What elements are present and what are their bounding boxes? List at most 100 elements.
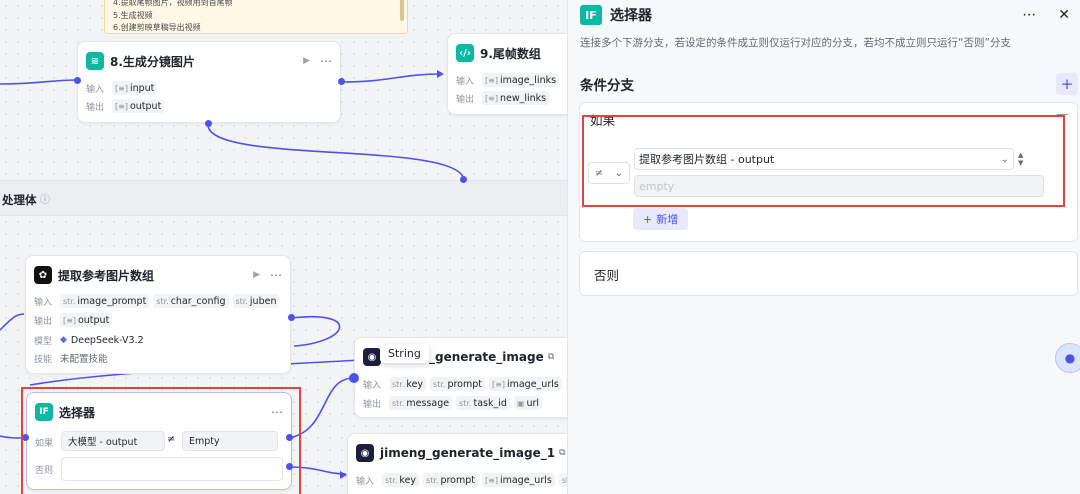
stepper-icon[interactable]: ▲ ▼ — [1018, 148, 1028, 170]
more-icon[interactable]: ⋯ — [271, 405, 283, 419]
loop-group-bar[interactable] — [0, 180, 567, 216]
loop-port[interactable] — [205, 120, 212, 127]
else-slot[interactable] — [61, 457, 283, 481]
variable-select[interactable]: 提取参考图片数组 - output ⌄ — [634, 148, 1014, 170]
if-icon: IF — [580, 5, 602, 25]
note-scrollbar[interactable] — [400, 0, 404, 21]
value-input[interactable]: empty — [634, 175, 1044, 197]
param-tag: [≡] image_links — [482, 73, 560, 87]
run-icon[interactable]: ▶ — [253, 270, 260, 280]
node-tail-frames[interactable]: ‹/› 9.尾帧数组 输入 [≡] image_links 输出 [≡] new_l… — [447, 33, 567, 115]
input-label: 输入 — [34, 297, 53, 308]
chevron-down-icon: ⌄ — [614, 167, 624, 179]
plugin-icon: ◉ — [363, 348, 381, 366]
not-equal-icon: ≠ — [167, 434, 176, 445]
input-port[interactable] — [74, 77, 81, 84]
node-title: 选择器 — [59, 405, 96, 420]
run-icon[interactable]: ▶ — [303, 56, 310, 66]
group-port[interactable] — [460, 176, 467, 183]
param-tag: str. prompt — [430, 377, 486, 391]
condition-right[interactable]: Empty — [182, 431, 278, 451]
note-line: 6.创建剪映草稿导出视频 — [113, 23, 201, 32]
node-title: 9.尾帧数组 — [480, 46, 541, 61]
note-line: 4.提取尾帧图片，视频用到首尾帧 — [113, 0, 233, 7]
input-label: 输入 — [456, 76, 475, 87]
param-tag: str. key — [389, 377, 427, 391]
plus-icon: + — [643, 212, 653, 226]
param-tag: ▣ url — [513, 396, 543, 410]
group-title: 处理体 — [2, 193, 37, 207]
output-label: 输出 — [456, 94, 475, 105]
else-label: 否则 — [594, 268, 620, 283]
param-tag: [≡] output — [60, 313, 113, 327]
param-tag: str. message — [389, 396, 453, 410]
param-tag: str. task_id — [456, 396, 510, 410]
assistant-float-button[interactable]: ● — [1055, 343, 1080, 373]
type-tooltip: String — [380, 344, 429, 363]
layers-icon: ≋ — [86, 52, 104, 70]
output-port[interactable] — [338, 78, 345, 85]
info-icon[interactable]: ⓘ — [40, 191, 50, 206]
node-extract-reference-images[interactable]: ✿ 提取参考图片数组 ▶ ⋯ 输入 str. image_prompt str. c… — [25, 255, 291, 374]
sticky-note[interactable]: 4.提取尾帧图片，视频用到首尾帧 5.生成视频 6.创建剪映草稿导出视频 — [104, 0, 408, 34]
node-generate-storyboard[interactable]: ≋ 8.生成分镜图片 ▶ ⋯ 输入 [≡] input 输出 [≡] output — [77, 41, 341, 123]
node-generate-image-1[interactable]: ◉ jimeng_generate_image_1 ⧉ 输入 str. key s… — [347, 433, 567, 494]
condition-left[interactable]: 大模型 - output — [61, 431, 165, 451]
model-label: 模型 — [34, 336, 53, 347]
param-tag: str. key — [382, 473, 420, 487]
if-label: 如果 — [35, 439, 54, 449]
not-equal-icon: ≠ — [594, 167, 604, 179]
output-label: 输出 — [86, 102, 105, 113]
workflow-canvas[interactable]: 4.提取尾帧图片，视频用到首尾帧 5.生成视频 6.创建剪映草稿导出视频 处理体… — [0, 0, 567, 494]
selector-config-panel: IF 选择器 ⋯ ✕ 连接多个下游分支，若设定的条件成立则仅运行对应的分支，若均… — [567, 0, 1080, 494]
else-output-port[interactable] — [286, 463, 293, 470]
code-icon: ‹/› — [456, 44, 474, 62]
input-port[interactable] — [349, 373, 359, 383]
link-icon: ⧉ — [547, 352, 555, 362]
llm-icon: ✿ — [34, 266, 52, 284]
panel-description: 连接多个下游分支，若设定的条件成立则仅运行对应的分支，若均不成立则只运行“否则”… — [580, 37, 1011, 49]
param-tag: str.mo — [558, 473, 567, 487]
close-icon[interactable]: ✕ — [1058, 7, 1070, 23]
skill-label: 技能 — [34, 354, 53, 365]
node-selector[interactable]: IF 选择器 ⋯ 如果 大模型 - output ≠ Empty 否则 — [26, 392, 292, 490]
link-icon: ⧉ — [559, 448, 566, 458]
node-title: 提取参考图片数组 — [58, 268, 155, 283]
more-icon[interactable]: ⋯ — [270, 268, 282, 282]
more-icon[interactable]: ⋯ — [1022, 7, 1036, 23]
operator-select[interactable]: ≠ ⌄ — [588, 162, 630, 184]
more-icon[interactable]: ⋯ — [320, 54, 332, 68]
input-label: 输入 — [363, 380, 382, 391]
if-label: 如果 — [590, 113, 616, 128]
param-tag: str. image_prompt — [60, 294, 150, 308]
node-title: _generate_image — [429, 350, 544, 364]
param-tag: str. prompt — [423, 473, 479, 487]
input-port[interactable] — [437, 70, 444, 78]
param-tag: [≡] image_urls — [489, 377, 562, 391]
input-label: 输入 — [86, 84, 105, 95]
plugin-icon: ◉ — [356, 444, 374, 462]
section-title: 条件分支 — [580, 78, 634, 94]
if-output-port[interactable] — [286, 434, 293, 441]
panel-title: 选择器 — [610, 8, 652, 24]
add-condition-button[interactable]: + 新增 — [633, 208, 689, 230]
else-label: 否则 — [35, 466, 54, 476]
output-port[interactable] — [288, 314, 295, 321]
param-tag: str. char_config — [153, 294, 229, 308]
else-branch-card: 否则 — [579, 251, 1078, 296]
chevron-down-icon: ⌄ — [1000, 153, 1009, 165]
param-tag: str. juben — [232, 294, 280, 308]
deepseek-icon: ◆ — [60, 335, 67, 345]
if-icon: IF — [35, 403, 53, 421]
param-tag: [≡] input — [112, 81, 158, 95]
param-tag: [≡] image_urls — [482, 473, 555, 487]
input-port[interactable] — [22, 434, 29, 441]
bot-icon: ● — [1064, 351, 1076, 365]
node-title: jimeng_generate_image_1 — [380, 446, 556, 460]
model-name: DeepSeek-V3.2 — [70, 334, 144, 346]
input-port[interactable] — [340, 471, 347, 479]
param-tag: [≡] output — [112, 99, 165, 113]
input-label: 输入 — [356, 476, 375, 487]
add-branch-button[interactable]: + — [1056, 73, 1078, 95]
collapse-icon[interactable]: — — [1056, 107, 1069, 122]
